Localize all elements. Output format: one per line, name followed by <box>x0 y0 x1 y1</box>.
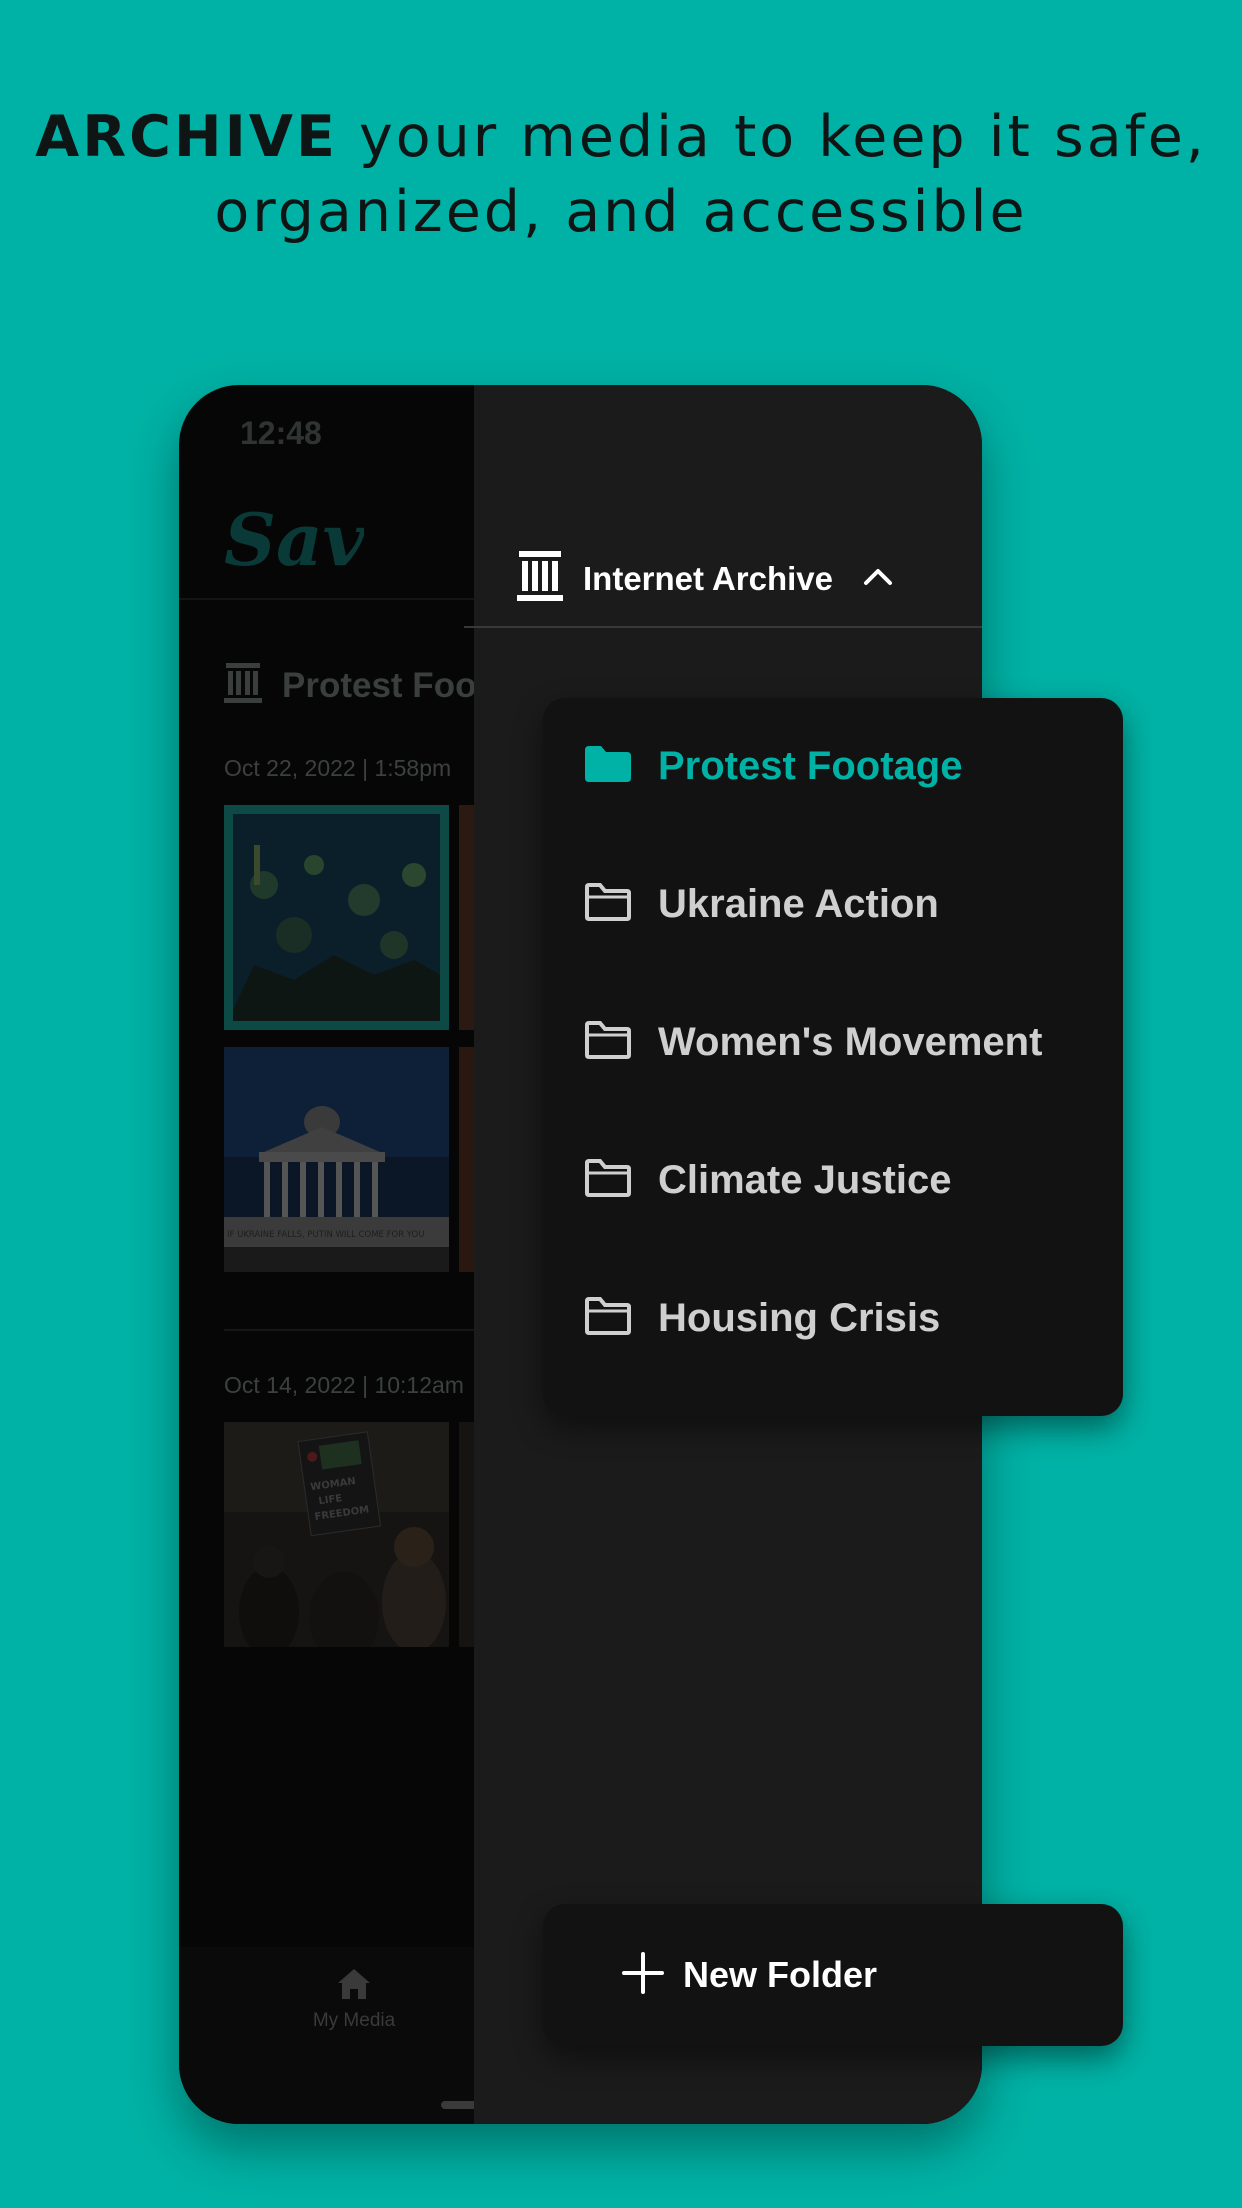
home-icon <box>336 1969 372 2005</box>
nav-label: My Media <box>312 2010 396 2031</box>
folder-label: Climate Justice <box>658 1157 952 1202</box>
folder-item-ukraine-action[interactable]: Ukraine Action <box>583 874 1123 934</box>
folder-icon <box>583 1158 633 1203</box>
group-date: Oct 22, 2022 | 1:58pm <box>224 755 452 781</box>
folder-label: Women's Movement <box>658 1019 1043 1064</box>
folder-icon <box>583 1296 633 1341</box>
banner-text: IF UKRAINE FALLS, PUTIN WILL COME FOR YO… <box>227 1230 424 1240</box>
status-time: 12:48 <box>240 415 322 451</box>
plus-icon <box>621 1951 665 2000</box>
drawer-divider <box>464 626 982 628</box>
media-thumbnail-protest-lights[interactable] <box>224 805 449 1030</box>
folder-label: Housing Crisis <box>658 1295 941 1340</box>
folder-label: Protest Footage <box>658 743 963 788</box>
nav-my-media[interactable]: My Media <box>304 1967 404 2032</box>
headline-bold: ARCHIVE <box>35 104 338 170</box>
media-thumbnail-gallery-building[interactable]: IF UKRAINE FALLS, PUTIN WILL COME FOR YO… <box>224 1047 449 1272</box>
folder-label: Ukraine Action <box>658 881 939 926</box>
page-title: Protest Foo <box>282 665 477 705</box>
folder-list-card: Protest Footage Ukraine Action Women's M… <box>543 698 1123 1416</box>
folder-item-protest-footage[interactable]: Protest Footage <box>583 736 1123 796</box>
folder-icon <box>583 882 633 927</box>
headline-rest: your media to keep it safe, organized, a… <box>214 104 1207 245</box>
folder-item-housing-crisis[interactable]: Housing Crisis <box>583 1288 1123 1348</box>
folder-item-womens-movement[interactable]: Women's Movement <box>583 1012 1123 1072</box>
new-folder-label: New Folder <box>683 1954 878 1995</box>
chevron-up-icon[interactable] <box>863 566 893 591</box>
institution-icon <box>517 551 563 606</box>
institution-icon <box>224 663 262 708</box>
group-date: Oct 14, 2022 | 10:12am <box>224 1372 464 1398</box>
app-logo: Save <box>224 495 410 590</box>
folder-filled-icon <box>583 744 633 789</box>
new-folder-button[interactable]: New Folder <box>543 1904 1123 2046</box>
server-label: Internet Archive <box>583 559 834 597</box>
folder-icon <box>583 1020 633 1065</box>
media-thumbnail-woman-life-freedom[interactable]: WOMAN LIFE FREEDOM <box>224 1422 449 1647</box>
page-title-row: Protest Foo <box>224 663 476 708</box>
headline: ARCHIVE your media to keep it safe, orga… <box>0 100 1242 250</box>
server-selector[interactable]: Internet Archive <box>517 551 893 606</box>
folder-item-climate-justice[interactable]: Climate Justice <box>583 1150 1123 1210</box>
logo-text: Save <box>224 497 364 582</box>
